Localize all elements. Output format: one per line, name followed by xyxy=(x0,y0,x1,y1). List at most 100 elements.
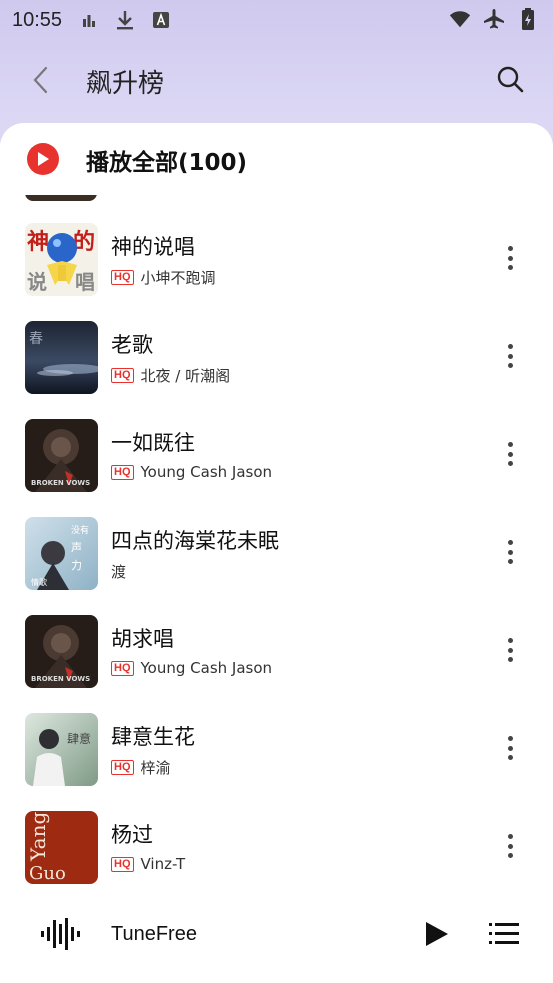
more-vertical-icon xyxy=(507,246,513,251)
play-circle-icon[interactable] xyxy=(27,143,59,175)
hq-badge: HQ xyxy=(111,856,134,872)
hq-badge: HQ xyxy=(111,368,134,383)
more-options-button[interactable] xyxy=(498,537,522,567)
list-item[interactable]: 春 老歌 HQ 北夜 / 听潮阁 xyxy=(0,307,553,405)
song-title: 胡求唱 xyxy=(111,627,174,651)
more-options-button[interactable] xyxy=(498,341,522,371)
song-title: 杨过 xyxy=(111,823,153,847)
more-vertical-icon-dot xyxy=(507,451,513,457)
list-item[interactable]: 肆意 肆意生花 HQ 梓渝 xyxy=(0,699,553,797)
svg-text:说: 说 xyxy=(27,270,47,294)
song-artist: Young Cash Jason xyxy=(140,659,273,677)
album-cover: 春 xyxy=(25,321,98,394)
more-vertical-icon-dot xyxy=(507,265,513,270)
playlist-button[interactable] xyxy=(489,920,519,948)
song-artist: Vinz-T xyxy=(140,855,186,873)
more-vertical-icon-dot xyxy=(507,755,513,760)
album-cover: BROKEN VOWS xyxy=(25,615,98,688)
back-button[interactable] xyxy=(26,64,54,96)
more-vertical-icon-dot xyxy=(507,353,513,359)
song-meta: HQ 梓渝 xyxy=(111,757,171,778)
svg-text:BROKEN VOWS: BROKEN VOWS xyxy=(31,479,90,487)
song-artist: 梓渝 xyxy=(140,759,171,777)
wifi-icon xyxy=(449,8,471,30)
svg-text:Yang: Yang xyxy=(26,812,50,862)
song-meta: HQ Young Cash Jason xyxy=(111,659,272,677)
song-meta: HQ 北夜 / 听潮阁 xyxy=(111,365,230,386)
airplane-icon xyxy=(483,8,505,30)
list-item[interactable]: BROKEN VOWS 胡求唱 HQ Young Cash Jason xyxy=(0,601,553,699)
svg-text:声: 声 xyxy=(71,540,82,554)
list-item[interactable]: 神 的 说 唱 神的说唱 HQ 小坤不跑调 xyxy=(0,209,553,307)
hq-badge: HQ xyxy=(111,760,134,775)
play-icon xyxy=(426,922,448,946)
more-vertical-icon xyxy=(507,638,513,643)
song-artist: 北夜 / 听潮阁 xyxy=(140,367,231,385)
svg-text:春: 春 xyxy=(29,331,43,347)
signal-bars-icon xyxy=(78,9,100,31)
song-meta: HQ 小坤不跑调 xyxy=(111,267,216,288)
list-item[interactable]: Yang Guo 杨过 HQ Vinz-T xyxy=(0,797,553,895)
play-all-row[interactable]: 播放全部(100) xyxy=(0,123,553,195)
app-header: 飙升榜 xyxy=(0,50,553,110)
play-all-label[interactable]: 播放全部(100) xyxy=(86,143,247,177)
hq-badge: HQ xyxy=(111,270,134,285)
song-title: 神的说唱 xyxy=(111,235,195,259)
more-vertical-icon-dot xyxy=(507,745,513,751)
album-cover: BROKEN VOWS xyxy=(25,419,98,492)
list-item[interactable]: BROKEN VOWS 一如既往 HQ Young Cash Jason xyxy=(0,405,553,503)
more-vertical-icon-dot xyxy=(507,657,513,662)
song-artist: 渡 xyxy=(111,563,127,581)
more-vertical-icon xyxy=(507,540,513,545)
song-artist: 小坤不跑调 xyxy=(140,269,216,287)
hq-badge: HQ xyxy=(111,464,134,480)
song-title: 四点的海棠花未眠 xyxy=(111,529,279,553)
album-cover: 没有 声 力 情歌 xyxy=(25,517,98,590)
status-time: 10:55 xyxy=(12,8,63,31)
more-vertical-icon-dot xyxy=(507,647,513,653)
search-icon xyxy=(497,66,524,93)
svg-text:没有: 没有 xyxy=(71,524,89,536)
album-cover: Yang Guo xyxy=(25,811,98,884)
more-options-button[interactable] xyxy=(498,831,522,861)
mini-player[interactable]: TuneFree xyxy=(0,903,553,965)
more-vertical-icon xyxy=(507,736,513,741)
song-list-sheet: 播放全部(100) 神 的 说 唱 神的说唱 HQ 小坤不跑调 春 老歌 HQ … xyxy=(0,123,553,983)
more-vertical-icon-dot xyxy=(507,853,513,858)
song-title: 老歌 xyxy=(111,333,153,357)
svg-text:力: 力 xyxy=(71,559,82,572)
more-vertical-icon xyxy=(507,442,513,447)
list-item[interactable]: 没有 声 力 情歌 四点的海棠花未眠 渡 xyxy=(0,503,553,601)
song-title: 一如既往 xyxy=(111,431,195,455)
play-button[interactable] xyxy=(423,919,451,949)
album-cover: 肆意 xyxy=(25,713,98,786)
song-meta: HQ Vinz-T xyxy=(111,855,185,873)
more-options-button[interactable] xyxy=(498,635,522,665)
album-cover: 神 的 说 唱 xyxy=(25,223,98,296)
now-playing-title: TuneFree xyxy=(111,923,197,945)
svg-text:唱: 唱 xyxy=(75,270,95,294)
hq-badge: HQ xyxy=(111,660,134,676)
playlist-icon xyxy=(489,923,519,944)
song-meta: 渡 xyxy=(111,561,126,582)
more-vertical-icon-dot xyxy=(507,255,513,261)
page-title: 飙升榜 xyxy=(86,69,165,99)
a-icon xyxy=(150,9,172,31)
battery-icon xyxy=(517,8,539,30)
svg-text:BROKEN VOWS: BROKEN VOWS xyxy=(31,675,90,683)
more-options-button[interactable] xyxy=(498,733,522,763)
waveform-icon xyxy=(25,903,97,965)
more-options-button[interactable] xyxy=(498,439,522,469)
more-vertical-icon xyxy=(507,834,513,839)
download-icon xyxy=(114,9,136,31)
more-vertical-icon-dot xyxy=(507,549,513,555)
more-vertical-icon xyxy=(507,344,513,349)
svg-text:肆意: 肆意 xyxy=(67,731,91,746)
more-vertical-icon-dot xyxy=(507,559,513,564)
more-vertical-icon-dot xyxy=(507,461,513,466)
song-title: 肆意生花 xyxy=(111,725,195,749)
more-options-button[interactable] xyxy=(498,243,522,273)
search-button[interactable] xyxy=(495,64,525,94)
svg-text:情歌: 情歌 xyxy=(31,577,47,587)
song-meta: HQ Young Cash Jason xyxy=(111,463,272,481)
